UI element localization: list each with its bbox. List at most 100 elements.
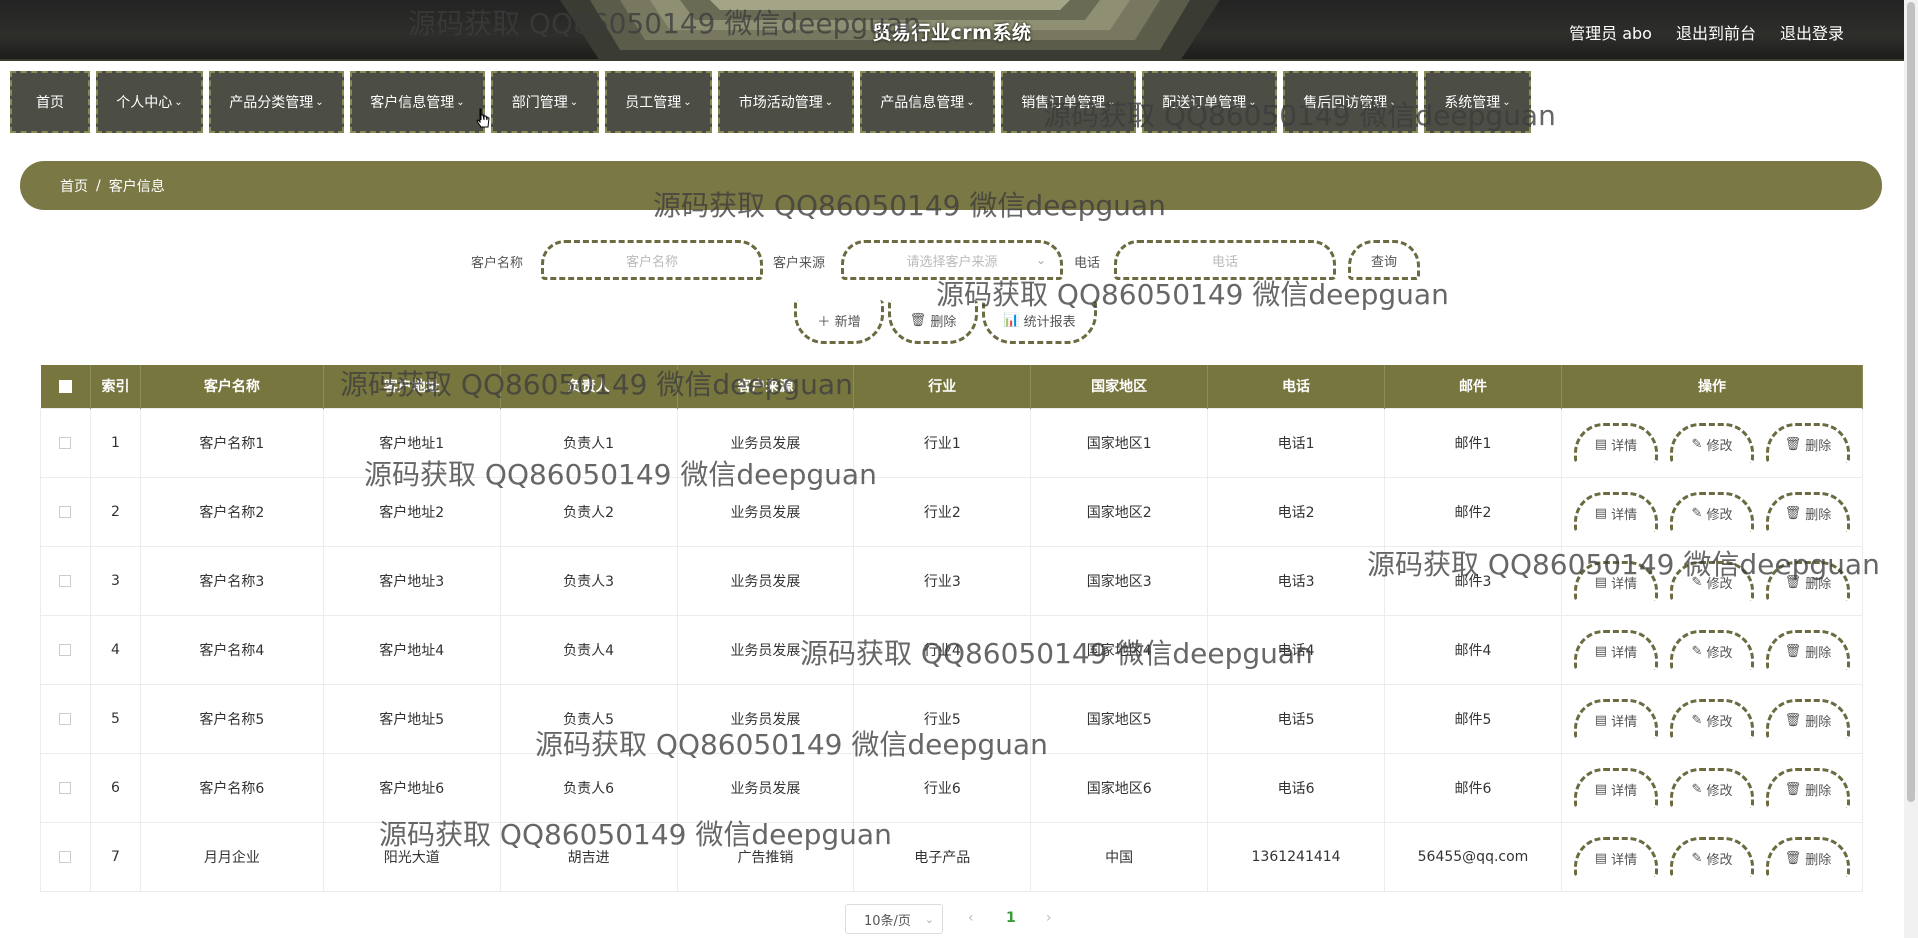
nav-item-product-category[interactable]: 产品分类管理 ⌄ <box>209 71 344 133</box>
trash-icon: 🗑 <box>1784 505 1806 521</box>
table-cell: 业务员发展 <box>676 614 855 685</box>
row-checkbox[interactable] <box>40 545 91 616</box>
column-header: 邮件 <box>1384 365 1562 408</box>
page-scrollbar[interactable] <box>1904 0 1918 938</box>
nav-item-sales-order[interactable]: 销售订单管理 ⌄ <box>1001 71 1136 133</box>
detail-label: 详情 <box>1611 507 1638 523</box>
nav-item-label: 首页 <box>36 95 64 111</box>
edit-button[interactable]: ✎ 修改 <box>1669 767 1754 808</box>
page-size-select[interactable]: 10条/页 ⌄ <box>845 904 943 934</box>
breadcrumb-home[interactable]: 首页 <box>60 176 88 196</box>
detail-button[interactable]: ▤ 详情 <box>1573 836 1658 877</box>
row-checkbox[interactable] <box>40 407 91 478</box>
row-checkbox[interactable] <box>40 476 91 547</box>
table-cell: 业务员发展 <box>676 407 855 478</box>
nav-item-label: 个人中心 <box>116 95 173 111</box>
delete-button-label: 删除 <box>930 315 957 330</box>
detail-button[interactable]: ▤ 详情 <box>1573 629 1658 670</box>
edit-label: 修改 <box>1706 438 1733 454</box>
chevron-down-icon: ⌄ <box>456 96 465 108</box>
nav-item-product-info[interactable]: 产品信息管理 ⌄ <box>860 71 995 133</box>
row-actions: ▤ 详情 ✎ 修改 🗑 删除 <box>1560 683 1864 754</box>
next-page-button[interactable]: › <box>1046 910 1052 926</box>
table-header-row: 索引 客户名称 客户地址 负责人 客户来源 行业 国家地区 电话 邮件 操作 <box>40 365 1864 408</box>
nav-item-after-sales[interactable]: 售后回访管理 ⌄ <box>1283 71 1418 133</box>
delete-button[interactable]: 🗑 删除 <box>1765 698 1850 739</box>
table-cell: 客户地址3 <box>322 545 501 616</box>
nav-item-personal[interactable]: 个人中心 ⌄ <box>96 71 203 133</box>
delete-label: 删除 <box>1805 714 1832 730</box>
pencil-icon: ✎ <box>1691 781 1707 797</box>
document-icon: ▤ <box>1594 574 1612 590</box>
nav-item-customer-info[interactable]: 客户信息管理 ⌄ <box>350 71 485 133</box>
chevron-down-icon: ⌄ <box>1035 253 1046 267</box>
nav-item-label: 员工管理 <box>625 95 682 111</box>
nav-item-system[interactable]: 系统管理 ⌄ <box>1424 71 1531 133</box>
scrollbar-thumb[interactable] <box>1907 2 1915 802</box>
detail-button[interactable]: ▤ 详情 <box>1573 698 1658 739</box>
delete-button[interactable]: 🗑 删除 <box>1765 422 1850 463</box>
customer-name-input[interactable]: 客户名称 <box>541 240 763 280</box>
delete-button[interactable]: 🗑 删除 <box>1765 491 1850 532</box>
chevron-down-icon: ⌄ <box>1502 96 1511 108</box>
table-cell: 电话4 <box>1207 614 1386 685</box>
edit-button[interactable]: ✎ 修改 <box>1669 698 1754 739</box>
edit-button[interactable]: ✎ 修改 <box>1669 491 1754 532</box>
edit-button[interactable]: ✎ 修改 <box>1669 836 1754 877</box>
row-checkbox[interactable] <box>40 614 91 685</box>
detail-label: 详情 <box>1611 576 1638 592</box>
row-actions: ▤ 详情 ✎ 修改 🗑 删除 <box>1560 752 1864 823</box>
nav-item-employee[interactable]: 员工管理 ⌄ <box>605 71 712 133</box>
trash-icon: 🗑 <box>1784 781 1806 797</box>
select-all-checkbox[interactable] <box>40 365 91 408</box>
add-button[interactable]: ＋ 新增 <box>794 300 884 344</box>
table-cell: 客户名称3 <box>139 545 324 616</box>
detail-button[interactable]: ▤ 详情 <box>1573 491 1658 532</box>
query-button[interactable]: 查询 <box>1348 240 1420 280</box>
column-header: 客户名称 <box>140 365 324 408</box>
chevron-down-icon: ⌄ <box>315 96 324 108</box>
row-checkbox[interactable] <box>40 683 91 754</box>
batch-delete-button[interactable]: 🗑 删除 <box>888 300 978 344</box>
delete-button[interactable]: 🗑 删除 <box>1765 560 1850 601</box>
table-row: 6 客户名称6 客户地址6 负责人6 业务员发展 行业6 国家地区6 电话6 邮件6 ▤ 详情 ✎ … <box>40 752 1864 823</box>
table-row: 2 客户名称2 客户地址2 负责人2 业务员发展 行业2 国家地区2 电话2 邮件2 ▤ 详情 ✎ … <box>40 476 1864 547</box>
nav-item-label: 系统管理 <box>1444 95 1501 111</box>
nav-item-label: 产品分类管理 <box>229 95 314 111</box>
table-cell: 邮件3 <box>1384 545 1562 616</box>
delete-button[interactable]: 🗑 删除 <box>1765 767 1850 808</box>
report-button[interactable]: 📊 统计报表 <box>982 300 1097 344</box>
to-front-link[interactable]: 退出到前台 <box>1676 20 1756 44</box>
delete-label: 删除 <box>1805 645 1832 661</box>
delete-label: 删除 <box>1805 852 1832 868</box>
table-cell: 行业3 <box>853 545 1032 616</box>
detail-button[interactable]: ▤ 详情 <box>1573 767 1658 808</box>
row-checkbox[interactable] <box>40 752 91 823</box>
chevron-down-icon: ⌄ <box>1389 96 1398 108</box>
table-cell: 中国 <box>1030 821 1209 892</box>
delete-button[interactable]: 🗑 删除 <box>1765 836 1850 877</box>
detail-label: 详情 <box>1611 852 1638 868</box>
detail-button[interactable]: ▤ 详情 <box>1573 422 1658 463</box>
nav-item-department[interactable]: 部门管理 ⌄ <box>491 71 599 133</box>
table-cell: 客户名称2 <box>139 476 324 547</box>
page-number[interactable]: 1 <box>1006 910 1016 926</box>
nav-item-delivery-order[interactable]: 配送订单管理 ⌄ <box>1142 71 1277 133</box>
chevron-down-icon: ⌄ <box>1248 96 1257 108</box>
nav-item-home[interactable]: 首页 <box>10 71 90 133</box>
logout-link[interactable]: 退出登录 <box>1780 20 1844 44</box>
page-size-value: 10条/页 <box>864 913 911 929</box>
main-nav: 首页 个人中心 ⌄ 产品分类管理 ⌄ 客户信息管理 ⌄ 部门管理 ⌄ 员工管理 ⌄ 市场活… <box>10 71 1531 133</box>
edit-button[interactable]: ✎ 修改 <box>1669 629 1754 670</box>
delete-button[interactable]: 🗑 删除 <box>1765 629 1850 670</box>
nav-item-marketing[interactable]: 市场活动管理 ⌄ <box>718 71 854 133</box>
table-cell: 6 <box>89 752 141 823</box>
edit-button[interactable]: ✎ 修改 <box>1669 560 1754 601</box>
prev-page-button[interactable]: ‹ <box>968 910 974 926</box>
edit-button[interactable]: ✎ 修改 <box>1669 422 1754 463</box>
phone-input[interactable]: 电话 <box>1114 240 1336 280</box>
nav-item-label: 售后回访管理 <box>1303 95 1388 111</box>
detail-button[interactable]: ▤ 详情 <box>1573 560 1658 601</box>
row-checkbox[interactable] <box>40 821 91 892</box>
customer-source-select[interactable]: 请选择客户来源 ⌄ <box>841 240 1063 280</box>
